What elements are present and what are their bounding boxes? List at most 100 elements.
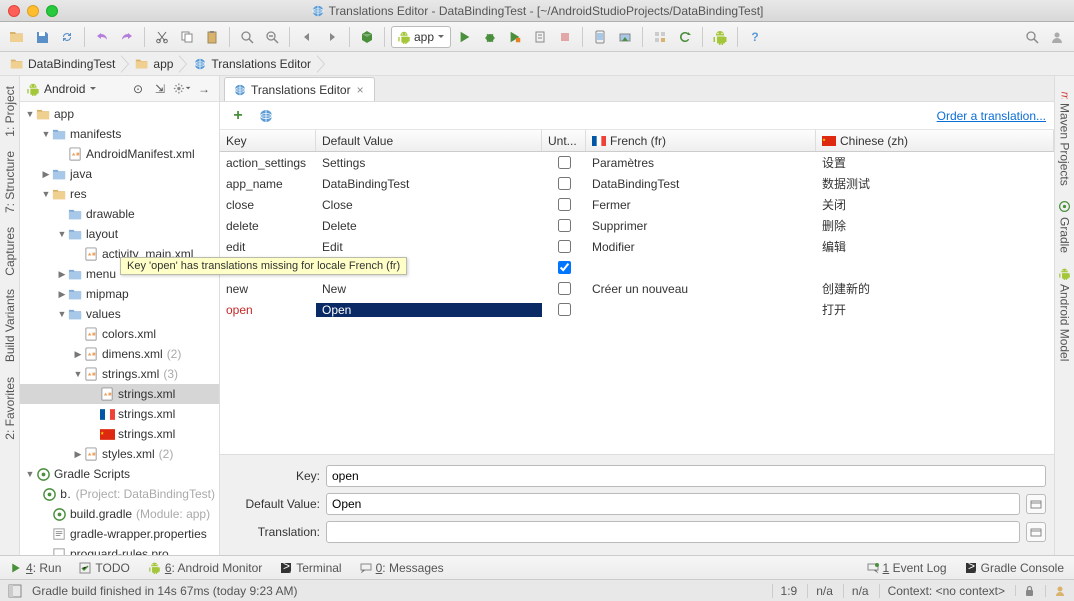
th-french[interactable]: French (fr) — [586, 130, 816, 151]
status-line-sep[interactable]: n/a — [843, 584, 869, 598]
help-button[interactable]: ? — [744, 26, 766, 48]
tree-node-strings-zh[interactable]: strings.xml — [20, 424, 219, 444]
tab-project[interactable]: 1: Project — [1, 80, 19, 143]
cell-default[interactable]: Edit — [316, 240, 542, 254]
table-row[interactable]: editEditModifier编辑 — [220, 236, 1054, 257]
th-key[interactable]: Key — [220, 130, 316, 151]
make-button[interactable] — [356, 26, 378, 48]
cell-key[interactable]: app_name — [220, 177, 316, 191]
cell-default-editing[interactable]: Open — [316, 303, 542, 317]
untranslatable-checkbox[interactable] — [558, 156, 571, 169]
tab-build-variants[interactable]: Build Variants — [1, 283, 19, 368]
stop-button[interactable] — [554, 26, 576, 48]
tree-node-app[interactable]: ▼app — [20, 104, 219, 124]
avd-manager-button[interactable] — [589, 26, 611, 48]
tool-todo[interactable]: TODO — [79, 561, 129, 575]
cell-french[interactable]: DataBindingTest — [586, 177, 816, 191]
browse-default-button[interactable] — [1026, 494, 1046, 514]
tab-favorites[interactable]: 2: Favorites — [1, 371, 19, 446]
cell-key[interactable]: delete — [220, 219, 316, 233]
tool-gradle-console[interactable]: >_Gradle Console — [965, 561, 1064, 575]
debug-button[interactable] — [479, 26, 501, 48]
cell-untranslatable[interactable] — [542, 156, 586, 169]
cell-chinese[interactable]: 编辑 — [816, 238, 1054, 255]
scroll-from-source-button[interactable]: ⊙ — [129, 80, 147, 98]
save-button[interactable] — [31, 26, 53, 48]
tree-node-manifests[interactable]: ▼manifests — [20, 124, 219, 144]
project-structure-button[interactable] — [649, 26, 671, 48]
tool-android-monitor[interactable]: 6: Android Monitor — [148, 561, 262, 575]
tree-node-manifest-file[interactable]: AndroidManifest.xml — [20, 144, 219, 164]
default-value-input[interactable] — [326, 493, 1020, 515]
status-lock[interactable] — [1015, 585, 1035, 596]
run-coverage-button[interactable] — [504, 26, 526, 48]
add-locale-button[interactable] — [256, 106, 276, 126]
cell-untranslatable[interactable] — [542, 303, 586, 316]
untranslatable-checkbox[interactable] — [558, 219, 571, 232]
redo-button[interactable] — [116, 26, 138, 48]
undo-button[interactable] — [91, 26, 113, 48]
tab-translations-editor[interactable]: Translations Editor × — [224, 77, 375, 101]
cell-untranslatable[interactable] — [542, 198, 586, 211]
browse-translation-button[interactable] — [1026, 522, 1046, 542]
tree-node-build-gradle-project[interactable]: build.gradle(Project: DataBindingTest) — [20, 484, 219, 504]
table-row[interactable]: openOpen打开 — [220, 299, 1054, 320]
tree-node-drawable[interactable]: drawable — [20, 204, 219, 224]
sync-button[interactable] — [56, 26, 78, 48]
close-tab-button[interactable]: × — [355, 83, 366, 97]
tool-run[interactable]: 4: Run — [10, 561, 61, 575]
table-row[interactable]: app_nameDataBindingTestDataBindingTest数据… — [220, 173, 1054, 194]
untranslatable-checkbox[interactable] — [558, 198, 571, 211]
tree-node-proguard[interactable]: proguard-rules.pro — [20, 544, 219, 555]
crumb-editor[interactable]: Translations Editor — [187, 53, 317, 75]
table-row[interactable]: action_settingsSettingsParamètres设置 — [220, 152, 1054, 173]
cell-key[interactable]: close — [220, 198, 316, 212]
cell-chinese[interactable]: 创建新的 — [816, 280, 1054, 297]
nav-forward-button[interactable] — [321, 26, 343, 48]
tool-terminal[interactable]: >_Terminal — [280, 561, 341, 575]
project-tree[interactable]: ▼app ▼manifests AndroidManifest.xml ▶jav… — [20, 102, 219, 555]
sdk-manager-button[interactable] — [614, 26, 636, 48]
th-untranslatable[interactable]: Unt... — [542, 130, 586, 151]
cell-chinese[interactable]: 删除 — [816, 217, 1054, 234]
android-tool-button[interactable] — [709, 26, 731, 48]
project-view-selector[interactable]: Android — [44, 82, 85, 96]
tree-node-gradle-scripts[interactable]: ▼Gradle Scripts — [20, 464, 219, 484]
cell-key[interactable]: action_settings — [220, 156, 316, 170]
cell-chinese[interactable]: 设置 — [816, 154, 1054, 171]
nav-back-button[interactable] — [296, 26, 318, 48]
tree-node-java[interactable]: ▶java — [20, 164, 219, 184]
tree-node-mipmap[interactable]: ▶mipmap — [20, 284, 219, 304]
tab-gradle[interactable]: Gradle — [1056, 194, 1074, 259]
table-row[interactable]: newNew Créer un nouveau创建新的 — [220, 278, 1054, 299]
settings-button[interactable] — [173, 80, 191, 98]
tree-node-strings[interactable]: ▼strings.xml(3) — [20, 364, 219, 384]
tab-maven[interactable]: mMaven Projects — [1056, 80, 1074, 192]
cell-chinese[interactable]: 数据测试 — [816, 175, 1054, 192]
find-button[interactable] — [236, 26, 258, 48]
tool-event-log[interactable]: 1 Event Log — [867, 561, 947, 575]
untranslatable-checkbox[interactable] — [558, 303, 571, 316]
crumb-module[interactable]: app — [129, 53, 179, 75]
hide-button[interactable]: → — [195, 80, 213, 98]
paste-button[interactable] — [201, 26, 223, 48]
open-button[interactable] — [6, 26, 28, 48]
translation-input[interactable] — [326, 521, 1020, 543]
cell-key[interactable]: new — [220, 282, 316, 296]
status-hector[interactable] — [1045, 585, 1066, 597]
cell-default[interactable]: New — [316, 282, 542, 296]
cell-untranslatable[interactable] — [542, 240, 586, 253]
tree-node-gradle-wrapper[interactable]: gradle-wrapper.properties — [20, 524, 219, 544]
cell-default[interactable]: Close — [316, 198, 542, 212]
search-everywhere-button[interactable] — [1021, 26, 1043, 48]
sync-gradle-button[interactable] — [674, 26, 696, 48]
tree-node-styles[interactable]: ▶styles.xml(2) — [20, 444, 219, 464]
table-row[interactable]: deleteDeleteSupprimer删除 — [220, 215, 1054, 236]
cell-french[interactable]: Fermer — [586, 198, 816, 212]
cell-default[interactable]: Settings — [316, 156, 542, 170]
tree-node-res[interactable]: ▼res — [20, 184, 219, 204]
cell-french[interactable]: Créer un nouveau — [586, 282, 816, 296]
user-button[interactable] — [1046, 26, 1068, 48]
status-encoding[interactable]: n/a — [807, 584, 833, 598]
add-key-button[interactable]: + — [228, 106, 248, 126]
